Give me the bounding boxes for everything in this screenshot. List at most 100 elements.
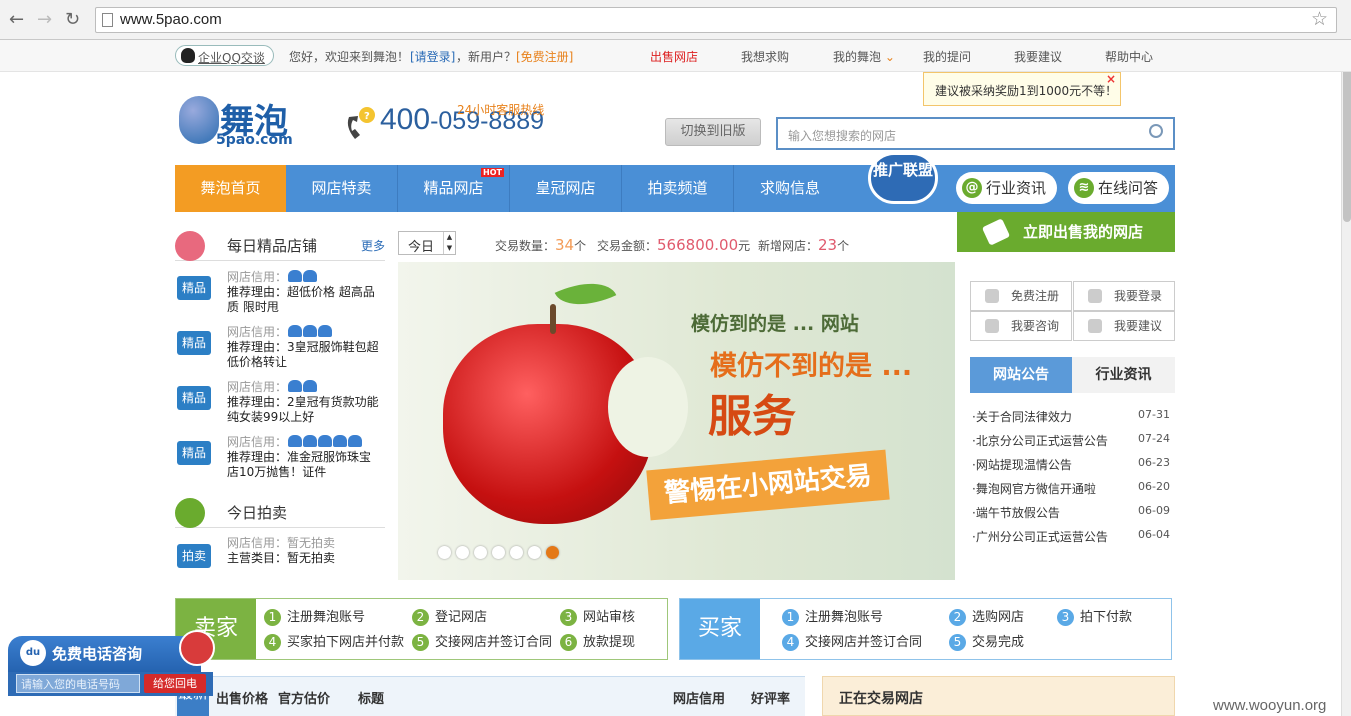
notice-item[interactable]: ·舞泡网官方微信开通啦 06-20 (972, 480, 1172, 497)
daily-shop-item[interactable]: 网店信用： 推荐理由：超低价格 超高品质 限时甩 (227, 270, 382, 315)
promo-banner[interactable]: 模仿到的是 ... 网站 模仿不到的是 ... 服务 警惕在小网站交易 (398, 262, 955, 580)
consult-label: 我要咨询 (1011, 319, 1060, 333)
notice-item[interactable]: ·广州分公司正式运营公告 06-04 (972, 528, 1172, 545)
seller-step: 1 注册舞泡账号 (264, 606, 365, 626)
tab-industry[interactable]: 行业资讯 (1072, 357, 1175, 393)
nav-item-sale[interactable]: 网店特卖 (286, 165, 398, 212)
industry-news-button[interactable]: @ 行业资讯 (956, 172, 1057, 204)
notice-item[interactable]: ·网站提现温情公告 06-23 (972, 456, 1172, 473)
shop-reason: 推荐理由：准金冠服饰珠宝店10万抛售！证件 (227, 450, 382, 480)
auction-item[interactable]: 网店信用：暂无拍卖 主营类目：暂无拍卖 (227, 536, 382, 566)
browser-toolbar: ← → ↻ www.5pao.com ☆ (0, 0, 1351, 40)
carousel-dot[interactable] (510, 546, 523, 559)
search-icon[interactable] (1149, 124, 1163, 138)
notice-title: 端午节放假公告 (975, 506, 1060, 520)
free-register-button[interactable]: 免费注册 (970, 281, 1072, 311)
step-label: 交接网店并签订合同 (435, 635, 553, 650)
stat-count-value: 34 (555, 236, 575, 254)
phone-number-input[interactable]: 请输入您的电话号码 (16, 674, 140, 693)
premium-badge[interactable]: 精品 (177, 386, 211, 410)
search-input[interactable]: 输入您想搜索的网店 (776, 117, 1175, 150)
close-icon[interactable]: × (1106, 72, 1116, 86)
premium-badge[interactable]: 精品 (177, 331, 211, 355)
shop-reason: 推荐理由：3皇冠服饰鞋包超低价格转让 (227, 340, 382, 370)
suggest-button[interactable]: 我要建议 (1073, 311, 1175, 341)
col-price: 出售价格 (216, 692, 269, 707)
step-number-icon: 2 (412, 609, 429, 626)
carousel-dot[interactable] (438, 546, 451, 559)
nav-item-wanted[interactable]: 求购信息 (734, 165, 846, 212)
shop-reason: 推荐理由：2皇冠有货款功能纯女装99以上好 (227, 395, 382, 425)
carousel-dot[interactable] (546, 546, 559, 559)
buyer-process-title: 买家 (680, 599, 760, 659)
daily-shop-item[interactable]: 网店信用： 推荐理由：2皇冠有货款功能纯女装99以上好 (227, 380, 382, 425)
forward-icon[interactable]: → (37, 9, 52, 30)
qq-chat-button[interactable]: 企业QQ交谈 (175, 45, 274, 66)
step-number-icon: 1 (264, 609, 281, 626)
step-label: 登记网店 (435, 610, 488, 625)
login-link[interactable]: [请登录] (410, 48, 455, 65)
nav-item-crown[interactable]: 皇冠网店 (510, 165, 622, 212)
auction-section-header: 今日拍卖 (175, 498, 385, 528)
switch-old-version-button[interactable]: 切换到旧版 (665, 118, 761, 146)
notice-date: 06-23 (1138, 456, 1170, 469)
buyer-step: 5 交易完成 (949, 631, 1024, 651)
notice-item[interactable]: ·端午节放假公告 06-09 (972, 504, 1172, 521)
carousel-dot[interactable] (474, 546, 487, 559)
topbar-link-help[interactable]: 帮助中心 (1105, 48, 1153, 65)
premium-badge[interactable]: 精品 (177, 276, 211, 300)
promo-alliance-button[interactable]: 推广联盟 (868, 152, 938, 204)
daily-shop-item[interactable]: 网店信用： 推荐理由：准金冠服饰珠宝店10万抛售！证件 (227, 435, 382, 480)
site-logo[interactable]: 舞泡 5pao.com (176, 94, 312, 150)
crown-gem-icon (288, 270, 303, 282)
notice-item[interactable]: ·关于合同法律效力 07-31 (972, 408, 1172, 425)
daily-shop-item[interactable]: 网店信用： 推荐理由：3皇冠服饰鞋包超低价格转让 (227, 325, 382, 370)
widget-title: 免费电话咨询 (52, 645, 143, 663)
shop-credit: 网店信用： (227, 435, 382, 450)
nav-item-auction[interactable]: 拍卖频道 (622, 165, 734, 212)
day-select[interactable]: 今日 ▲ ▼ (398, 231, 456, 255)
scrollbar[interactable] (1341, 40, 1351, 716)
topbar-link-my[interactable]: 我的舞泡 ⌄ (833, 48, 895, 65)
consult-button[interactable]: 我要咨询 (970, 311, 1072, 341)
carousel-dot[interactable] (492, 546, 505, 559)
auction-badge[interactable]: 拍卖 (177, 544, 211, 568)
carousel-dot[interactable] (456, 546, 469, 559)
topbar-link-questions[interactable]: 我的提问 (923, 48, 971, 65)
online-qa-button[interactable]: ≋ 在线问答 (1068, 172, 1169, 204)
bookmark-star-icon[interactable]: ☆ (1311, 8, 1328, 30)
spinner-arrows-icon[interactable]: ▲ ▼ (443, 232, 455, 254)
carousel-dot[interactable] (528, 546, 541, 559)
login-button[interactable]: 我要登录 (1073, 281, 1175, 311)
register-link[interactable]: [免费注册] (516, 48, 573, 65)
credit-label: 网店信用： (227, 325, 288, 339)
sell-my-shop-button[interactable]: 立即出售我的网店 (957, 212, 1175, 252)
address-bar[interactable]: www.5pao.com ☆ (95, 7, 1337, 33)
nav-item-home[interactable]: 舞泡首页 (175, 165, 286, 212)
watermark: www.wooyun.org (1213, 697, 1327, 714)
day-select-value: 今日 (408, 240, 435, 255)
welcome-text: 您好，欢迎来到舞泡！ (289, 50, 410, 64)
notice-title: 广州分公司正式运营公告 (975, 530, 1108, 544)
crown-gem-icon (303, 270, 318, 282)
daily-more-link[interactable]: 更多 (361, 237, 385, 254)
back-icon[interactable]: ← (9, 9, 24, 30)
buyer-step: 3 拍下付款 (1057, 606, 1132, 626)
seller-step: 2 登记网店 (412, 606, 487, 626)
crown-gem-icon (288, 380, 303, 392)
topbar-link-suggest[interactable]: 我要建议 (1014, 48, 1062, 65)
reload-icon[interactable]: ↻ (65, 9, 80, 30)
topbar-link-buy[interactable]: 我想求购 (741, 48, 789, 65)
topbar-link-sell[interactable]: 出售网店 (650, 48, 698, 65)
industry-label: 行业资讯 (986, 179, 1047, 197)
banner-line2: 模仿不到的是 ... (710, 351, 913, 382)
notice-date: 06-04 (1138, 528, 1170, 541)
auction-category: 主营类目：暂无拍卖 (227, 551, 336, 565)
notice-item[interactable]: ·北京分公司正式运营公告 07-24 (972, 432, 1172, 449)
callback-button[interactable]: 给您回电 (144, 674, 206, 693)
shop-credit: 网店信用： (227, 325, 382, 340)
trading-shops-box: 正在交易网店 (822, 676, 1175, 716)
premium-badge[interactable]: 精品 (177, 441, 211, 465)
tab-announcements[interactable]: 网站公告 (970, 357, 1072, 393)
step-number-icon: 4 (264, 634, 281, 651)
